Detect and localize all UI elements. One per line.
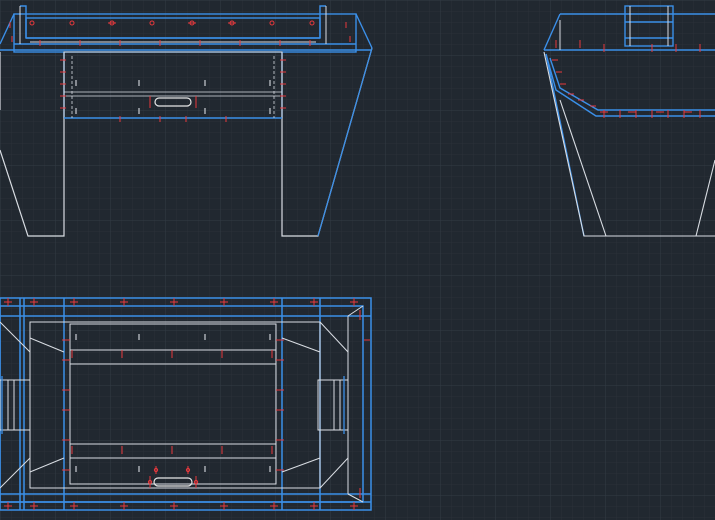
cad-drawing-viewport[interactable] — [0, 0, 715, 520]
drawing-grid — [0, 0, 715, 520]
drawing-canvas[interactable] — [0, 0, 715, 520]
